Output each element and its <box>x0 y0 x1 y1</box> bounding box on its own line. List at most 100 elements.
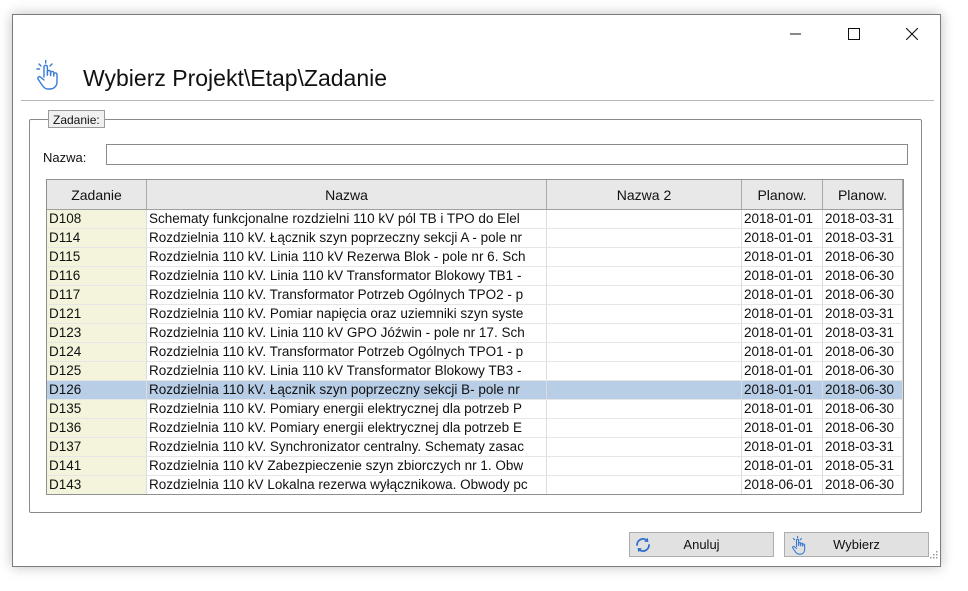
cell-nazwa2 <box>547 267 742 286</box>
name-filter-input[interactable] <box>106 144 908 165</box>
minimize-button[interactable] <box>767 15 825 53</box>
table-row[interactable]: D123 Rozdzielnia 110 kV. Linia 110 kV GPO… <box>47 324 903 343</box>
cell-nazwa2 <box>547 362 742 381</box>
cell-planned-end: 2018-06-30 <box>823 267 903 286</box>
select-button-label: Wybierz <box>833 537 880 552</box>
cell-planned-end: 2018-06-30 <box>823 419 903 438</box>
cell-planned-end: 2018-06-30 <box>823 400 903 419</box>
cell-zadanie: D143 <box>47 476 147 494</box>
cell-planned-start: 2018-01-01 <box>742 229 823 248</box>
cell-nazwa: Rozdzielnia 110 kV. Linia 110 kV Transfo… <box>147 362 547 381</box>
table-row[interactable]: D117 Rozdzielnia 110 kV. Transformator Po… <box>47 286 903 305</box>
cell-planned-end: 2018-06-30 <box>823 381 903 400</box>
cell-nazwa: Rozdzielnia 110 kV. Pomiary energii elek… <box>147 400 547 419</box>
cell-planned-end: 2018-05-31 <box>823 457 903 476</box>
cell-planned-end: 2018-06-30 <box>823 476 903 494</box>
cell-nazwa: Rozdzielnia 110 kV. Linia 110 kV GPO Jóź… <box>147 324 547 343</box>
cell-nazwa2 <box>547 248 742 267</box>
cell-nazwa: Rozdzielnia 110 kV. Pomiary energii elek… <box>147 419 547 438</box>
column-header-nazwa[interactable]: Nazwa <box>147 180 547 209</box>
cell-zadanie: D135 <box>47 400 147 419</box>
table-row[interactable]: D116 Rozdzielnia 110 kV. Linia 110 kV Tra… <box>47 267 903 286</box>
cell-nazwa: Schematy funkcjonalne rozdzielni 110 kV … <box>147 210 547 229</box>
cell-zadanie: D115 <box>47 248 147 267</box>
column-header-planned-end[interactable]: Planow. <box>823 180 903 209</box>
cell-zadanie: D123 <box>47 324 147 343</box>
header-divider <box>21 100 934 101</box>
cell-planned-start: 2018-01-01 <box>742 381 823 400</box>
table-row[interactable]: D115 Rozdzielnia 110 kV. Linia 110 kV Rez… <box>47 248 903 267</box>
table-row[interactable]: D141 Rozdzielnia 110 kV Zabezpieczenie sz… <box>47 457 903 476</box>
name-filter-label: Nazwa: <box>43 150 87 165</box>
cell-planned-start: 2018-01-01 <box>742 457 823 476</box>
cell-nazwa: Rozdzielnia 110 kV Zabezpieczenie szyn z… <box>147 457 547 476</box>
cell-zadanie: D108 <box>47 210 147 229</box>
cell-nazwa2 <box>547 438 742 457</box>
cell-planned-start: 2018-01-01 <box>742 438 823 457</box>
resize-grip-icon[interactable] <box>930 546 938 564</box>
cell-nazwa: Rozdzielnia 110 kV. Synchronizator centr… <box>147 438 547 457</box>
cell-nazwa2 <box>547 381 742 400</box>
cell-planned-start: 2018-01-01 <box>742 400 823 419</box>
cell-planned-end: 2018-03-31 <box>823 229 903 248</box>
hand-pointer-icon <box>33 59 63 97</box>
cell-zadanie: D116 <box>47 267 147 286</box>
cancel-button[interactable]: Anuluj <box>629 532 774 557</box>
grid-body: D108 Schematy funkcjonalne rozdzielni 110… <box>47 210 903 494</box>
refresh-icon <box>634 536 652 557</box>
cell-zadanie: D117 <box>47 286 147 305</box>
cell-nazwa: Rozdzielnia 110 kV. Transformator Potrze… <box>147 286 547 305</box>
cell-zadanie: D121 <box>47 305 147 324</box>
cell-zadanie: D137 <box>47 438 147 457</box>
table-row[interactable]: D108 Schematy funkcjonalne rozdzielni 110… <box>47 210 903 229</box>
close-icon <box>906 28 918 40</box>
table-row[interactable]: D137 Rozdzielnia 110 kV. Synchronizator c… <box>47 438 903 457</box>
table-row[interactable]: D126 Rozdzielnia 110 kV. Łącznik szyn pop… <box>47 381 903 400</box>
table-row[interactable]: D124 Rozdzielnia 110 kV. Transformator Po… <box>47 343 903 362</box>
cell-planned-start: 2018-01-01 <box>742 248 823 267</box>
dialog-window: Wybierz Projekt\Etap\Zadanie Zadanie: Na… <box>12 14 941 567</box>
cell-zadanie: D114 <box>47 229 147 248</box>
cell-zadanie: D126 <box>47 381 147 400</box>
cell-nazwa2 <box>547 286 742 305</box>
select-button[interactable]: Wybierz <box>784 532 929 557</box>
cell-nazwa: Rozdzielnia 110 kV. Linia 110 kV Rezerwa… <box>147 248 547 267</box>
cell-nazwa: Rozdzielnia 110 kV. Łącznik szyn poprzec… <box>147 229 547 248</box>
cell-nazwa2 <box>547 476 742 494</box>
task-grid[interactable]: Zadanie Nazwa Nazwa 2 Planow. Planow. D1… <box>46 179 904 495</box>
cell-nazwa: Rozdzielnia 110 kV. Łącznik szyn poprzec… <box>147 381 547 400</box>
grid-header: Zadanie Nazwa Nazwa 2 Planow. Planow. <box>47 180 903 210</box>
cell-planned-start: 2018-01-01 <box>742 267 823 286</box>
dialog-title: Wybierz Projekt\Etap\Zadanie <box>83 65 388 91</box>
cell-planned-start: 2018-01-01 <box>742 210 823 229</box>
table-row[interactable]: D121 Rozdzielnia 110 kV. Pomiar napięcia … <box>47 305 903 324</box>
column-header-planned-start[interactable]: Planow. <box>742 180 823 209</box>
maximize-button[interactable] <box>825 15 883 53</box>
cell-planned-start: 2018-01-01 <box>742 305 823 324</box>
cancel-button-label: Anuluj <box>683 537 720 552</box>
table-row[interactable]: D125 Rozdzielnia 110 kV. Linia 110 kV Tra… <box>47 362 903 381</box>
cell-nazwa: Rozdzielnia 110 kV. Transformator Potrze… <box>147 343 547 362</box>
cell-planned-end: 2018-06-30 <box>823 343 903 362</box>
cell-planned-start: 2018-01-01 <box>742 362 823 381</box>
cell-nazwa2 <box>547 324 742 343</box>
close-button[interactable] <box>883 15 941 53</box>
table-row[interactable]: D114 Rozdzielnia 110 kV. Łącznik szyn pop… <box>47 229 903 248</box>
cell-planned-end: 2018-06-30 <box>823 248 903 267</box>
cell-zadanie: D124 <box>47 343 147 362</box>
cell-planned-end: 2018-03-31 <box>823 324 903 343</box>
hand-pointer-icon <box>789 535 809 559</box>
cell-planned-end: 2018-03-31 <box>823 210 903 229</box>
table-row[interactable]: D136 Rozdzielnia 110 kV. Pomiary energii … <box>47 419 903 438</box>
table-row[interactable]: D143 Rozdzielnia 110 kV Lokalna rezerwa w… <box>47 476 903 494</box>
column-header-nazwa2[interactable]: Nazwa 2 <box>547 180 742 209</box>
cell-zadanie: D136 <box>47 419 147 438</box>
column-header-zadanie[interactable]: Zadanie <box>47 180 147 209</box>
cell-nazwa2 <box>547 210 742 229</box>
cell-nazwa2 <box>547 305 742 324</box>
table-row[interactable]: D135 Rozdzielnia 110 kV. Pomiary energii … <box>47 400 903 419</box>
cell-nazwa2 <box>547 419 742 438</box>
cell-nazwa2 <box>547 400 742 419</box>
cell-nazwa2 <box>547 229 742 248</box>
cell-nazwa2 <box>547 343 742 362</box>
